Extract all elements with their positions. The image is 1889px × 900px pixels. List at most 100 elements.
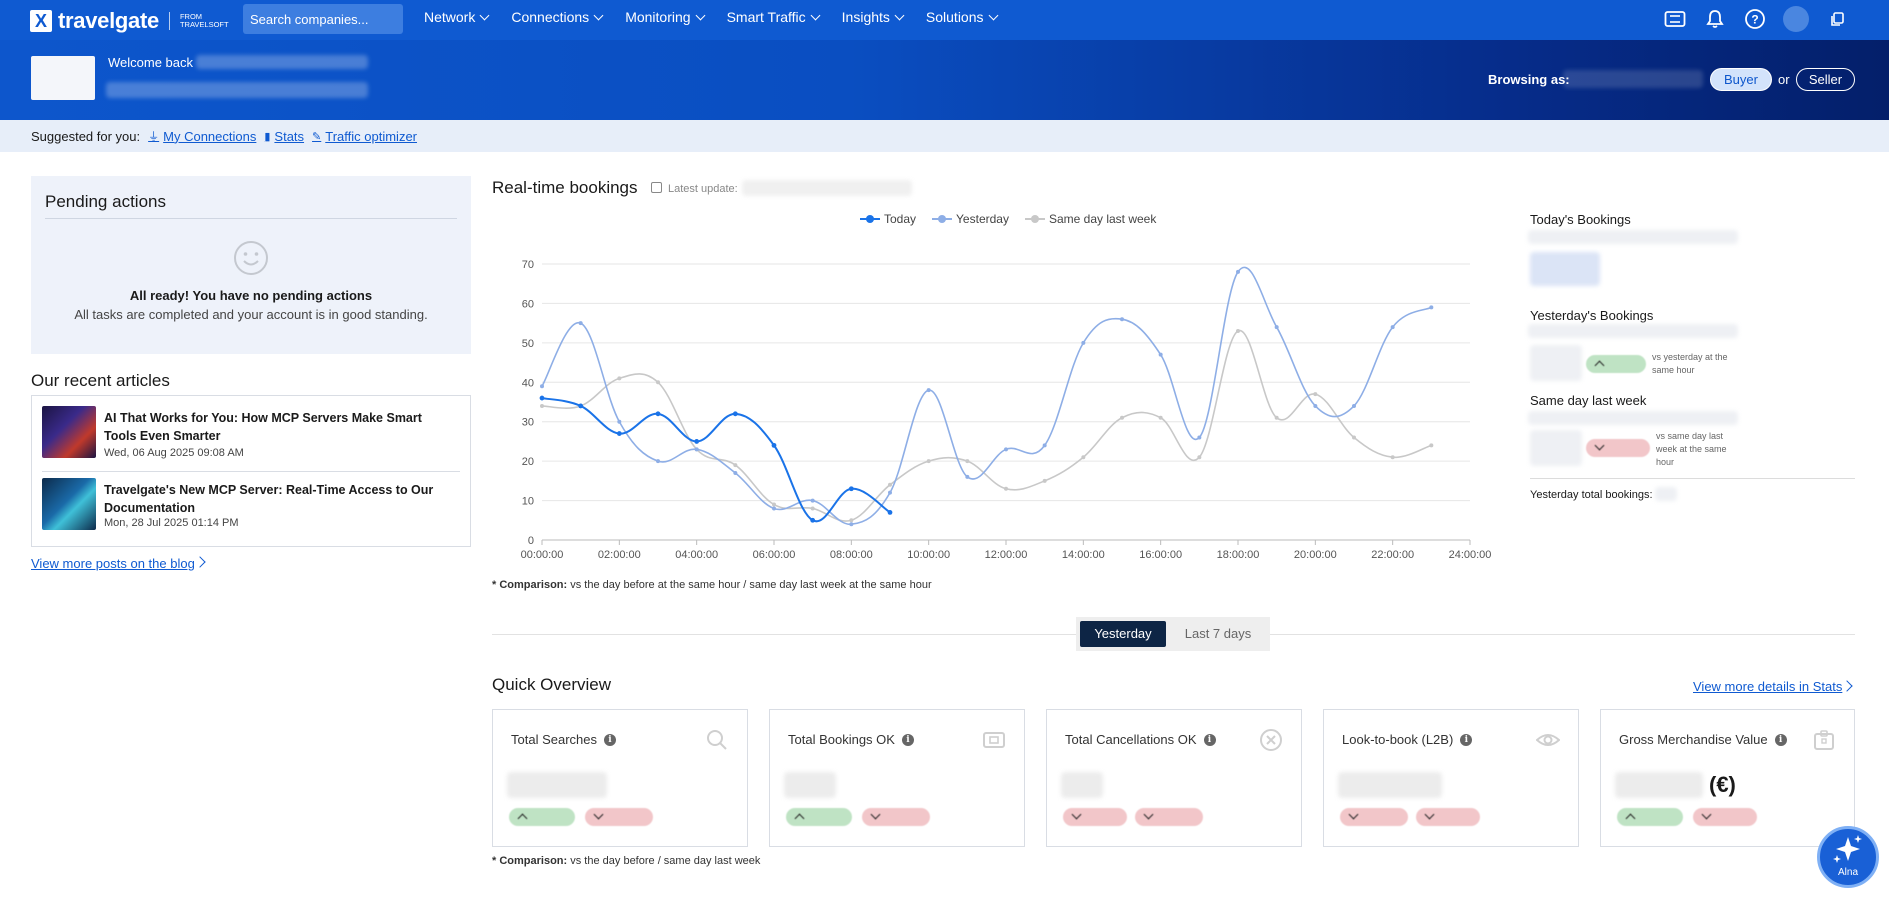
chevron-right-icon [1841, 680, 1853, 692]
seller-toggle[interactable]: Seller [1796, 68, 1855, 91]
avatar[interactable] [1783, 6, 1809, 32]
x-tick-label: 18:00:00 [1217, 549, 1260, 561]
search-icon [707, 730, 727, 750]
legend-item-last-week[interactable]: Same day last week [1024, 212, 1156, 226]
info-icon[interactable]: i [1203, 733, 1216, 746]
view-more-blog-link[interactable]: View more posts on the blog [31, 556, 195, 571]
data-point-same-day-last-week [849, 518, 854, 523]
same-day-last-week-label: Same day last week [1530, 393, 1647, 408]
article-date: Wed, 06 Aug 2025 09:08 AM [104, 447, 244, 459]
info-icon[interactable]: i [901, 733, 914, 746]
alna-label: Alna [1837, 867, 1858, 878]
data-point-same-day-last-week [1313, 392, 1318, 397]
chevron-down-icon [695, 10, 706, 20]
bar-chart-icon: ▮ [264, 130, 271, 143]
data-point-yesterday [772, 506, 776, 511]
ticket-icon[interactable] [1663, 7, 1687, 31]
x-tick-label: 24:00:00 [1449, 549, 1492, 561]
x-tick-label: 08:00:00 [830, 549, 873, 561]
data-point-yesterday [1236, 269, 1240, 274]
data-point-same-day-last-week [1158, 415, 1163, 420]
data-point-yesterday [1313, 403, 1318, 408]
series-line-yesterday [541, 266, 1432, 526]
data-point-yesterday [1042, 443, 1047, 448]
x-tick-label: 06:00:00 [753, 549, 796, 561]
data-point-same-day-last-week [1352, 435, 1356, 440]
data-point-today [887, 510, 893, 515]
link-my-connections[interactable]: ⏚ My Connections [148, 128, 256, 144]
yesterday-total-label: Yesterday total bookings: [1530, 489, 1653, 501]
data-point-yesterday [849, 522, 854, 527]
or-text: or [1778, 72, 1790, 87]
data-point-today [771, 442, 777, 448]
legend-item-today[interactable]: Today [860, 212, 916, 226]
data-point-yesterday [578, 321, 583, 326]
article-date: Mon, 28 Jul 2025 01:14 PM [104, 517, 239, 529]
pending-status-subtitle: All tasks are completed and your account… [74, 307, 428, 322]
article-thumbnail [42, 406, 96, 458]
sparkle-icon [1833, 835, 1862, 863]
ticket-icon [983, 732, 1005, 748]
info-icon[interactable]: i [1774, 733, 1787, 746]
travelgate-logo[interactable]: X travelgate FROM TRAVELSOFT [30, 8, 229, 34]
info-icon[interactable]: i [1460, 733, 1473, 746]
data-point-yesterday [1120, 317, 1124, 322]
data-point-same-day-last-week [540, 403, 544, 408]
latest-update-label: Latest update: [668, 183, 738, 195]
copy-icon[interactable] [1825, 7, 1849, 31]
article-item[interactable]: AI That Works for You: How MCP Servers M… [42, 396, 462, 462]
y-tick-label: 30 [522, 417, 534, 429]
tab-yesterday[interactable]: Yesterday [1080, 621, 1166, 647]
buyer-toggle[interactable]: Buyer [1710, 68, 1772, 91]
article-item[interactable]: Travelgate's New MCP Server: Real-Time A… [42, 468, 462, 534]
menu-smart-traffic[interactable]: Smart Traffic [727, 9, 821, 25]
tab-last-7-days[interactable]: Last 7 days [1170, 621, 1266, 647]
y-tick-label: 50 [522, 338, 534, 350]
data-point-today [578, 403, 584, 409]
x-tick-label: 10:00:00 [907, 549, 950, 561]
y-tick-label: 10 [522, 496, 534, 508]
data-point-same-day-last-week [1081, 455, 1086, 460]
link-traffic-optimizer[interactable]: ✎ Traffic optimizer [312, 129, 417, 144]
alna-assistant-button[interactable]: Alna [1817, 826, 1879, 888]
menu-insights[interactable]: Insights [842, 9, 905, 25]
data-point-today [694, 439, 700, 444]
brand-name: travelgate [58, 8, 159, 33]
y-tick-label: 60 [522, 298, 534, 310]
data-point-yesterday [656, 459, 660, 464]
data-point-same-day-last-week [772, 502, 776, 507]
plug-icon: ⏚ [148, 131, 160, 143]
x-tick-label: 00:00:00 [521, 549, 564, 561]
period-toggle: Yesterday Last 7 days [1076, 617, 1270, 651]
legend-item-yesterday[interactable]: Yesterday [932, 212, 1009, 226]
menu-connections[interactable]: Connections [511, 9, 604, 25]
last-week-change-badge [1586, 439, 1650, 457]
data-point-yesterday [733, 470, 738, 475]
menu-monitoring[interactable]: Monitoring [625, 9, 706, 25]
menu-solutions[interactable]: Solutions [926, 9, 998, 25]
menu-network[interactable]: Network [424, 9, 490, 25]
pending-status-title: All ready! You have no pending actions [129, 288, 373, 303]
y-tick-label: 20 [522, 456, 534, 468]
wrench-icon: ✎ [312, 130, 322, 143]
info-icon[interactable]: i [604, 733, 616, 746]
brand-from: FROM TRAVELSOFT [179, 12, 229, 29]
suggested-label: Suggested for you: [31, 128, 141, 144]
chevron-down-icon [810, 10, 821, 20]
company-name-blurred [196, 55, 368, 69]
search-companies-input[interactable] [243, 4, 403, 34]
realtime-bookings-chart: 0 10 20 30 40 50 60 70 00:00:00 02:00:00 04:00:00 0… [521, 259, 1492, 561]
bell-icon[interactable] [1703, 7, 1727, 31]
link-stats[interactable]: ▮ Stats [264, 129, 304, 144]
overview-comparison-note: * Comparison: vs the day before / same d… [492, 855, 761, 867]
help-icon[interactable]: ? [1743, 7, 1767, 31]
chevron-right-icon [194, 556, 206, 568]
data-point-today [539, 395, 545, 401]
view-more-stats-link[interactable]: View more details in Stats [1693, 679, 1842, 694]
data-point-same-day-last-week [733, 463, 738, 468]
data-point-same-day-last-week [1274, 415, 1279, 420]
data-point-yesterday [1197, 435, 1202, 440]
eye-icon [1536, 734, 1560, 746]
article-title: Travelgate's New MCP Server: Real-Time A… [104, 483, 434, 515]
data-point-same-day-last-week [965, 459, 970, 464]
